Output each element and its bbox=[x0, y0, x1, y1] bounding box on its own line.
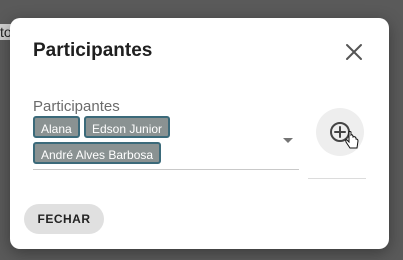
participants-dialog: Participantes Participantes Alana Edson … bbox=[10, 18, 389, 249]
hand-cursor-icon bbox=[345, 131, 359, 149]
add-participant-button[interactable] bbox=[316, 108, 364, 156]
close-icon bbox=[346, 44, 362, 60]
dialog-title: Participantes bbox=[33, 40, 153, 61]
chip-participant[interactable]: André Alves Barbosa bbox=[33, 142, 162, 164]
close-button[interactable] bbox=[344, 42, 364, 62]
chevron-down-icon[interactable] bbox=[283, 138, 293, 143]
chip-participant[interactable]: Edson Junior bbox=[84, 116, 171, 138]
participants-select-field[interactable]: Participantes Alana Edson Junior André A… bbox=[33, 98, 299, 170]
close-dialog-button[interactable]: FECHAR bbox=[24, 204, 104, 234]
chip-participant[interactable]: Alana bbox=[33, 116, 80, 138]
participants-field-label: Participantes bbox=[33, 98, 120, 115]
add-circle-icon bbox=[330, 122, 359, 149]
divider bbox=[308, 178, 366, 179]
